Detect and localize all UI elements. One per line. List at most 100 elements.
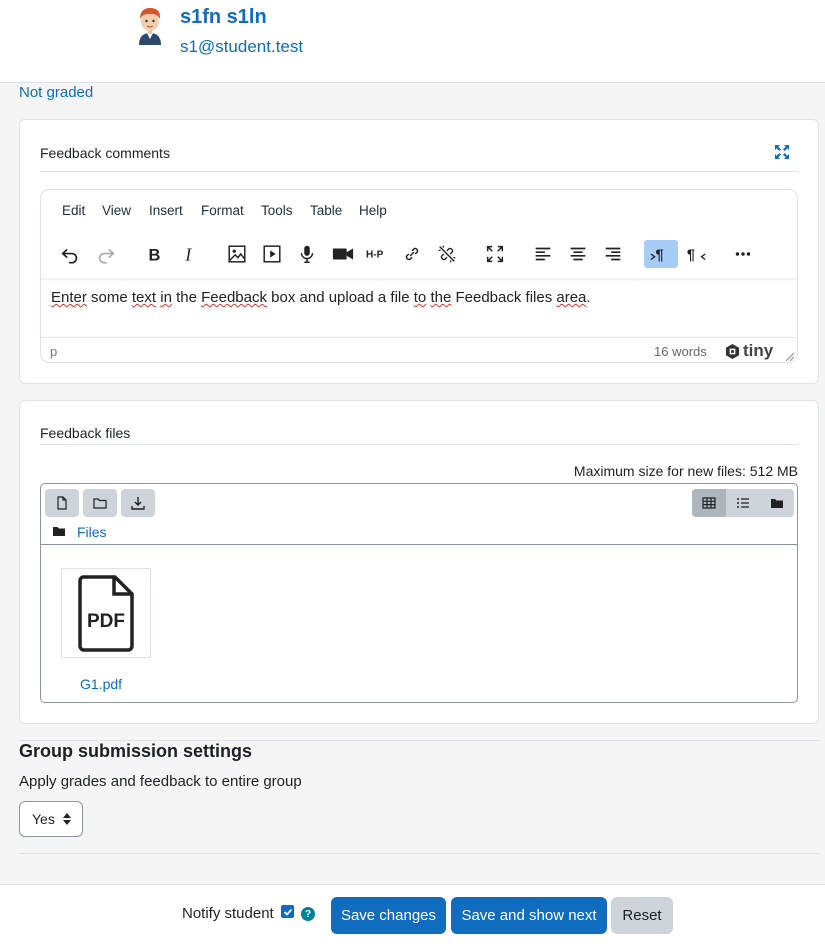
insert-image-button[interactable] [223, 240, 251, 268]
image-icon [228, 245, 246, 263]
insert-h5p-button[interactable]: H-P [363, 240, 391, 268]
element-path[interactable]: p [50, 344, 57, 359]
resize-handle-icon[interactable] [786, 353, 794, 361]
download-button[interactable] [121, 489, 155, 517]
align-right-button[interactable] [599, 240, 627, 268]
left-to-right-icon: ¶ [650, 248, 664, 264]
misspelled-word: area [556, 289, 587, 306]
feedback-comments-card: Feedback comments Edit View Insert Forma… [19, 119, 819, 384]
user-name[interactable]: s1fn s1ln [180, 6, 267, 29]
apply-to-group-select[interactable]: Yes [19, 801, 83, 837]
rich-text-editor: Edit View Insert Format Tools Table Help… [40, 189, 798, 363]
menu-view[interactable]: View [102, 203, 131, 218]
user-email[interactable]: s1@student.test [180, 37, 303, 57]
undo-button[interactable] [56, 240, 84, 268]
menu-insert[interactable]: Insert [149, 203, 183, 218]
tiny-logo-icon [725, 343, 740, 359]
editor-text: . [586, 289, 591, 306]
apply-to-group-value: Yes [32, 811, 55, 827]
file-manager-divider [41, 544, 797, 545]
breadcrumb-files[interactable]: Files [77, 524, 107, 540]
list-view-button[interactable] [726, 489, 760, 517]
italic-button[interactable]: I [175, 240, 203, 268]
apply-to-group-label: Apply grades and feedback to entire grou… [19, 773, 302, 790]
select-caret-icon [63, 813, 71, 825]
editor-text: Feedback files [451, 289, 557, 306]
feedback-files-card: Feedback files Maximum size for new file… [19, 400, 819, 724]
create-folder-button[interactable] [83, 489, 117, 517]
misspelled-word: the [430, 289, 452, 306]
max-file-size-note: Maximum size for new files: 512 MB [573, 463, 798, 479]
folder-icon [771, 499, 783, 508]
tree-view-button[interactable] [760, 489, 794, 517]
record-video-button[interactable] [328, 240, 358, 268]
link-icon [405, 247, 419, 261]
editor-content-area[interactable]: Enter some text in the Feedback box and … [51, 289, 591, 306]
misspelled-word: Enter [51, 289, 87, 306]
file-thumbnail[interactable]: PDF [61, 568, 151, 658]
record-audio-button[interactable] [293, 240, 321, 268]
word-count[interactable]: 16 words [654, 344, 707, 359]
feedback-files-label: Feedback files [40, 425, 131, 441]
svg-text:¶: ¶ [656, 248, 664, 264]
bold-button[interactable]: B [140, 240, 168, 268]
list-icon [737, 498, 749, 508]
tiny-brand-link[interactable]: tiny [725, 341, 773, 361]
view-switcher [692, 489, 794, 517]
menu-table[interactable]: Table [310, 203, 342, 218]
svg-text:I: I [184, 244, 192, 264]
insert-link-button[interactable] [398, 240, 426, 268]
pdf-file-icon: PDF [78, 575, 134, 652]
redo-button[interactable] [92, 240, 120, 268]
reset-button[interactable]: Reset [611, 897, 673, 934]
rtl-direction-button[interactable]: ¶ [682, 240, 710, 268]
editor-statusbar: p 16 words tiny [41, 337, 797, 362]
help-icon[interactable]: ? [301, 907, 315, 921]
menu-edit[interactable]: Edit [62, 203, 85, 218]
bold-icon: B [149, 246, 161, 264]
unlink-button[interactable] [433, 240, 461, 268]
add-file-button[interactable] [45, 489, 79, 517]
file-name-link[interactable]: G1.pdf [80, 676, 122, 692]
feedback-comments-label: Feedback comments [40, 145, 170, 161]
grade-status-link[interactable]: Not graded [19, 84, 93, 101]
fullscreen-icon [486, 245, 504, 263]
misspelled-word: Feedback [201, 289, 267, 306]
microphone-icon [300, 245, 314, 263]
menu-help[interactable]: Help [359, 203, 387, 218]
ltr-direction-button[interactable]: ¶ [644, 240, 678, 268]
video-camera-icon [332, 248, 354, 260]
toolbar-shadow [41, 278, 797, 282]
menu-format[interactable]: Format [201, 203, 244, 218]
align-center-button[interactable] [564, 240, 592, 268]
fullscreen-expand-icon[interactable] [775, 145, 789, 159]
misspelled-word: text [131, 289, 157, 306]
svg-text:H-P: H-P [366, 250, 384, 261]
misspelled-word: to [413, 289, 427, 306]
file-manager: Files PDF G1.pdf [40, 483, 798, 703]
align-left-button[interactable] [529, 240, 557, 268]
ellipsis-icon [735, 252, 751, 256]
save-changes-button[interactable]: Save changes [331, 897, 446, 934]
save-and-show-next-button[interactable]: Save and show next [451, 897, 607, 934]
fullscreen-button[interactable] [481, 240, 509, 268]
more-options-button[interactable] [729, 240, 757, 268]
align-right-icon [605, 247, 621, 261]
redo-icon [98, 248, 115, 264]
undo-icon [61, 248, 78, 264]
svg-text:¶: ¶ [687, 248, 695, 264]
menu-tools[interactable]: Tools [261, 203, 293, 218]
media-icon [263, 245, 281, 263]
group-settings-heading: Group submission settings [19, 741, 253, 761]
editor-text: box and upload a file [266, 289, 414, 306]
icon-view-button[interactable] [692, 489, 726, 517]
misspelled-word: in [160, 289, 172, 306]
insert-media-button[interactable] [258, 240, 286, 268]
file-icon [57, 496, 67, 510]
editor-text: the [171, 289, 202, 306]
section-divider [19, 853, 819, 854]
notify-student-checkbox[interactable] [281, 905, 294, 918]
folder-outline-icon [93, 498, 107, 509]
card-divider [40, 171, 798, 172]
check-icon [283, 908, 292, 916]
